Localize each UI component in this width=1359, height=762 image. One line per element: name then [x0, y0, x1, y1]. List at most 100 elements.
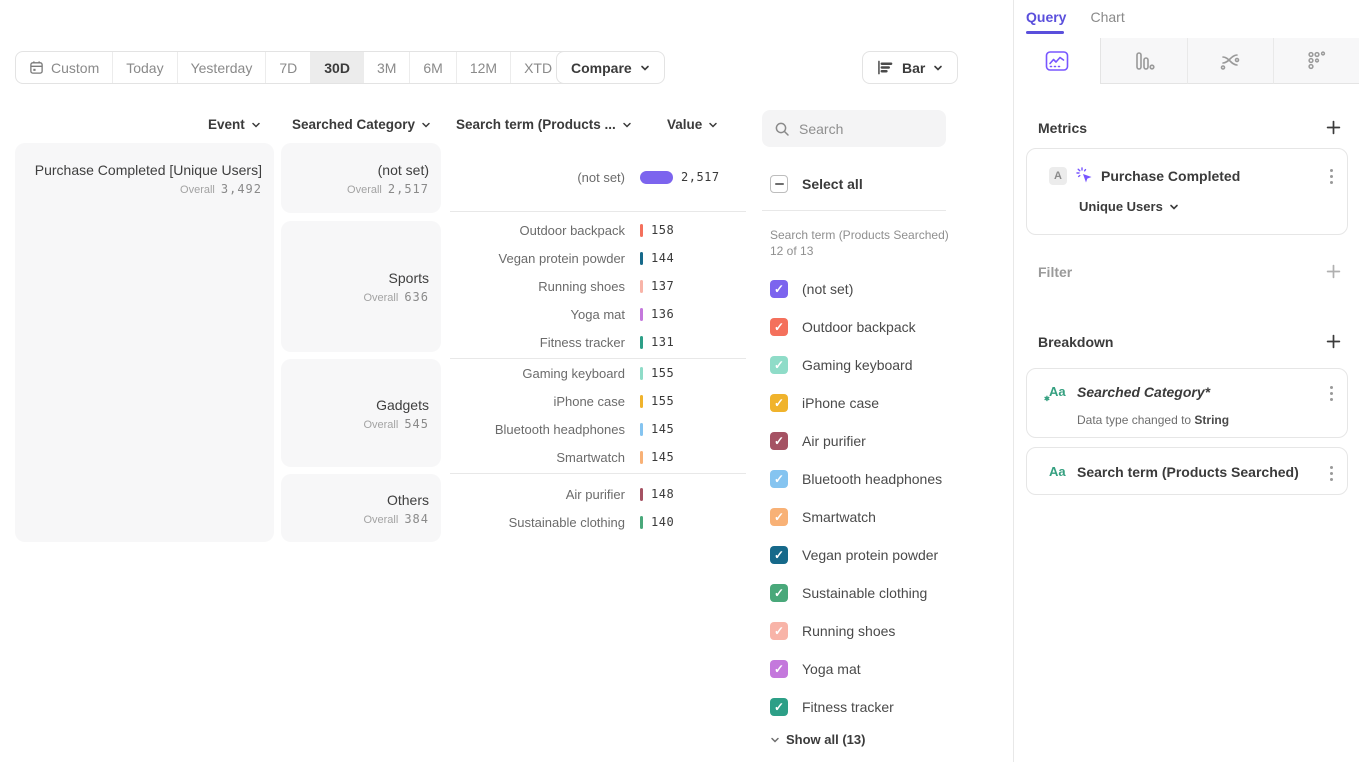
legend-item[interactable]: ✓ (not set): [770, 270, 1010, 308]
app-root: Custom Today Yesterday 7D 30D 3M 6M 12M …: [0, 0, 1359, 762]
checkbox[interactable]: ✓: [770, 698, 788, 716]
checkbox[interactable]: ✓: [770, 660, 788, 678]
checkbox[interactable]: ✓: [770, 508, 788, 526]
table-row[interactable]: Sustainable clothing 140: [450, 508, 746, 536]
table-row[interactable]: Yoga mat 136: [450, 300, 746, 328]
search-term-label: (not set): [450, 170, 640, 185]
legend-item[interactable]: ✓ Air purifier: [770, 422, 1010, 460]
checkbox[interactable]: ✓: [770, 584, 788, 602]
overall-value: 3,492: [221, 182, 262, 196]
show-all-button[interactable]: Show all (13): [770, 732, 865, 747]
table-row[interactable]: (not set) 2,517: [450, 163, 746, 191]
kebab-menu-icon[interactable]: [1330, 386, 1333, 401]
tab-retention[interactable]: [1274, 38, 1359, 84]
date-range-label: 3M: [377, 60, 396, 76]
metric-card[interactable]: A Purchase Completed Unique Users: [1026, 148, 1348, 235]
tab-flows[interactable]: [1188, 38, 1275, 84]
date-range-option[interactable]: 12M: [457, 52, 511, 83]
search-icon: [774, 121, 790, 137]
date-range-option[interactable]: 7D: [266, 52, 311, 83]
category-card[interactable]: Gadgets Overall545: [281, 359, 441, 467]
table-row[interactable]: Smartwatch 145: [450, 443, 746, 471]
search-box[interactable]: [762, 110, 946, 147]
table-row[interactable]: Air purifier 148: [450, 480, 746, 508]
add-metric-button[interactable]: [1326, 120, 1341, 135]
legend-item[interactable]: ✓ iPhone case: [770, 384, 1010, 422]
search-term-label: Fitness tracker: [450, 335, 640, 350]
checkbox[interactable]: ✓: [770, 546, 788, 564]
event-card[interactable]: Purchase Completed [Unique Users] Overal…: [15, 143, 274, 542]
legend-item[interactable]: ✓ Running shoes: [770, 612, 1010, 650]
active-tab-underline: [1026, 31, 1064, 34]
checkbox[interactable]: ✓: [770, 280, 788, 298]
category-card[interactable]: (not set) Overall2,517: [281, 143, 441, 213]
checkbox[interactable]: ✓: [770, 356, 788, 374]
checkbox[interactable]: ✓: [770, 394, 788, 412]
legend-item[interactable]: ✓ Sustainable clothing: [770, 574, 1010, 612]
category-card[interactable]: Others Overall384: [281, 474, 441, 542]
legend-item[interactable]: ✓ Yoga mat: [770, 650, 1010, 688]
column-header-value[interactable]: Value: [667, 117, 718, 132]
tab-query[interactable]: Query: [1026, 9, 1066, 25]
column-header-searched-category[interactable]: Searched Category: [292, 117, 431, 132]
value-label: 145: [651, 450, 674, 464]
table-row[interactable]: Outdoor backpack 158: [450, 216, 746, 244]
table-row[interactable]: Running shoes 137: [450, 272, 746, 300]
table-row[interactable]: Gaming keyboard 155: [450, 359, 746, 387]
search-term-label: Running shoes: [450, 279, 640, 294]
search-term-label: Outdoor backpack: [450, 223, 640, 238]
compare-button[interactable]: Compare: [556, 51, 665, 84]
add-filter-button[interactable]: [1326, 264, 1341, 279]
date-range-option[interactable]: Today: [113, 52, 177, 83]
checkbox[interactable]: ✓: [770, 432, 788, 450]
legend-item[interactable]: ✓ Gaming keyboard: [770, 346, 1010, 384]
legend-item[interactable]: ✓ Vegan protein powder: [770, 536, 1010, 574]
tab-chart[interactable]: Chart: [1090, 9, 1124, 25]
checkbox[interactable]: ✓: [770, 622, 788, 640]
kebab-menu-icon[interactable]: [1330, 169, 1333, 184]
value-label: 136: [651, 307, 674, 321]
date-range-option[interactable]: 30D: [311, 52, 364, 83]
chart-type-label: Bar: [902, 60, 925, 76]
chevron-down-icon: [933, 63, 943, 73]
column-header-event[interactable]: Event: [208, 117, 261, 132]
tab-insights[interactable]: [1014, 38, 1101, 84]
legend-item-label: Bluetooth headphones: [802, 471, 942, 487]
overall-value: 384: [404, 512, 429, 526]
legend-item[interactable]: ✓ Fitness tracker: [770, 688, 1010, 726]
legend-item[interactable]: ✓ Bluetooth headphones: [770, 460, 1010, 498]
table-row[interactable]: Fitness tracker 131: [450, 328, 746, 356]
check-icon: ✓: [774, 625, 784, 637]
column-header-search-term[interactable]: Search term (Products ...: [456, 117, 632, 132]
search-term-label: Bluetooth headphones: [450, 422, 640, 437]
search-input[interactable]: [799, 121, 919, 137]
breakdown-card-search-term[interactable]: Aa Search term (Products Searched): [1026, 447, 1348, 495]
metric-aggregation[interactable]: Unique Users: [1079, 199, 1179, 214]
tab-funnels[interactable]: [1101, 38, 1188, 84]
value-label: 145: [651, 422, 674, 436]
select-all-checkbox[interactable]: [770, 175, 788, 193]
table-row[interactable]: iPhone case 155: [450, 387, 746, 415]
value-label: 158: [651, 223, 674, 237]
table-row[interactable]: Vegan protein powder 144: [450, 244, 746, 272]
legend-item[interactable]: ✓ Outdoor backpack: [770, 308, 1010, 346]
select-all[interactable]: Select all: [770, 175, 863, 193]
table-row[interactable]: Bluetooth headphones 145: [450, 415, 746, 443]
date-range-option[interactable]: Custom: [16, 52, 113, 83]
add-breakdown-button[interactable]: [1326, 334, 1341, 349]
legend-subtitle: Search term (Products Searched) 12 of 13: [770, 227, 960, 259]
date-range-option[interactable]: 3M: [364, 52, 410, 83]
kebab-menu-icon[interactable]: [1330, 466, 1333, 481]
checkbox[interactable]: ✓: [770, 318, 788, 336]
category-card[interactable]: Sports Overall636: [281, 221, 441, 352]
check-icon: ✓: [774, 435, 784, 447]
overall-value: 2,517: [388, 182, 429, 196]
chart-type-button[interactable]: Bar: [862, 51, 958, 84]
breakdown-card-searched-category[interactable]: Aa✱ Searched Category* Data type changed…: [1026, 368, 1348, 438]
check-icon: ✓: [774, 359, 784, 371]
value-label: 131: [651, 335, 674, 349]
date-range-option[interactable]: 6M: [410, 52, 456, 83]
legend-item[interactable]: ✓ Smartwatch: [770, 498, 1010, 536]
checkbox[interactable]: ✓: [770, 470, 788, 488]
date-range-option[interactable]: Yesterday: [178, 52, 267, 83]
